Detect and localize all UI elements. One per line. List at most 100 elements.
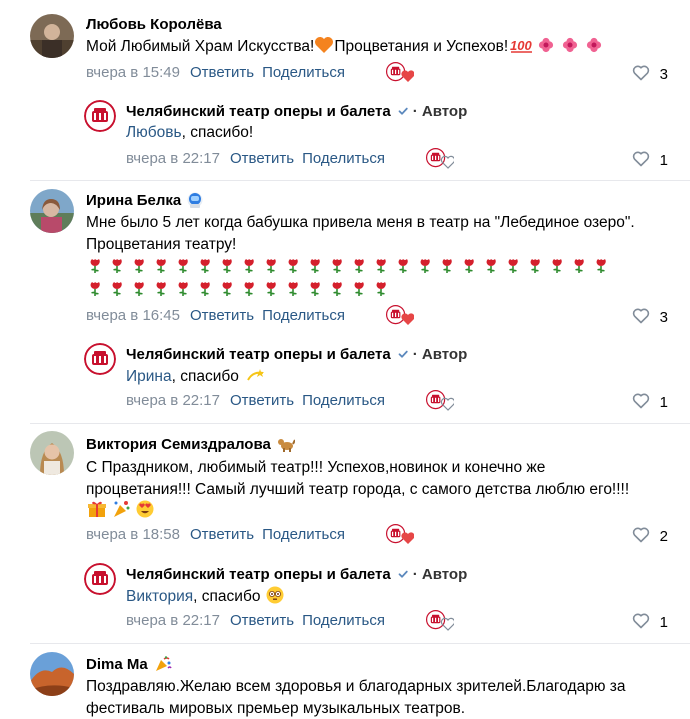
avatar[interactable] <box>84 563 116 595</box>
reply-author[interactable]: Челябинский театр оперы и балета · Автор <box>126 346 467 363</box>
mention-link[interactable]: Виктория <box>126 588 193 605</box>
rose-emoji-row <box>88 281 396 297</box>
avatar-image <box>30 652 74 696</box>
rose-icon <box>287 281 299 297</box>
comment-divider <box>30 180 690 181</box>
share-button[interactable]: Поделиться <box>262 307 345 324</box>
flower-icon <box>587 37 602 53</box>
comment-time[interactable]: вчера в 16:45 <box>86 307 180 324</box>
share-button[interactable]: Поделиться <box>302 392 385 409</box>
theatre-logo-icon <box>84 100 116 132</box>
reply-button[interactable]: Ответить <box>190 307 254 324</box>
comment-time[interactable]: вчера в 18:58 <box>86 526 180 543</box>
reply-author[interactable]: Челябинский театр оперы и балета · Автор <box>126 566 467 583</box>
rose-icon <box>375 281 387 297</box>
rose-icon <box>375 258 387 274</box>
share-button[interactable]: Поделиться <box>302 612 385 629</box>
rose-icon <box>441 258 453 274</box>
rose-icon <box>419 258 431 274</box>
reply-meta: вчера в 22:17 Ответить Поделиться <box>126 150 385 167</box>
reply-time[interactable]: вчера в 22:17 <box>126 150 220 167</box>
reply-button[interactable]: Ответить <box>230 392 294 409</box>
rose-icon <box>89 281 101 297</box>
heart-icon <box>632 527 649 543</box>
verified-icon <box>396 105 409 117</box>
orange-heart-icon <box>315 37 334 53</box>
like-button[interactable]: 1 <box>632 612 668 631</box>
flower-icon <box>563 37 578 53</box>
author-reaction-icon <box>426 148 454 169</box>
gift-icon <box>88 501 106 517</box>
rose-icon <box>155 281 167 297</box>
rose-icon <box>595 258 607 274</box>
like-count: 3 <box>659 66 668 83</box>
mention-link[interactable]: Ирина <box>126 368 172 385</box>
rose-icon <box>397 258 409 274</box>
share-button[interactable]: Поделиться <box>302 150 385 167</box>
mention-link[interactable]: Любовь <box>126 124 182 141</box>
comment-divider <box>30 643 690 644</box>
party-popper-icon <box>155 656 172 671</box>
rose-icon <box>111 258 123 274</box>
reply-button[interactable]: Ответить <box>190 64 254 81</box>
reply-text: Любовь, спасибо! <box>126 124 254 141</box>
like-button[interactable]: 1 <box>632 150 668 169</box>
author-reaction-icon <box>426 610 454 631</box>
comment-text: Поздравляю.Желаю всем здоровья и благода… <box>86 678 626 717</box>
rose-icon <box>573 258 585 274</box>
rose-icon <box>111 281 123 297</box>
comment-meta: вчера в 18:58 Ответить Поделиться <box>86 526 345 543</box>
comment-time[interactable]: вчера в 15:49 <box>86 64 180 81</box>
rose-icon <box>265 281 277 297</box>
flower-icon <box>539 37 554 53</box>
reply-button[interactable]: Ответить <box>190 526 254 543</box>
like-button[interactable]: 2 <box>632 526 668 545</box>
comment-divider <box>30 423 690 424</box>
like-count: 1 <box>659 152 668 169</box>
rose-icon <box>353 258 365 274</box>
comment-author[interactable]: Любовь Королёва <box>86 16 222 33</box>
comment-author[interactable]: Ирина Белка <box>86 192 203 209</box>
author-badge: · Автор <box>412 346 468 363</box>
reply-text: Виктория, спасибо <box>126 586 288 608</box>
reply-button[interactable]: Ответить <box>230 612 294 629</box>
reply-meta: вчера в 22:17 Ответить Поделиться <box>126 612 385 629</box>
like-count: 3 <box>659 309 668 326</box>
avatar[interactable] <box>84 100 116 132</box>
share-button[interactable]: Поделиться <box>262 526 345 543</box>
like-button[interactable]: 1 <box>632 392 668 411</box>
rose-icon <box>89 258 101 274</box>
avatar[interactable] <box>30 189 74 233</box>
comment-author[interactable]: Виктория Семиздралова <box>86 436 295 453</box>
heart-icon <box>632 308 649 324</box>
reply-meta: вчера в 22:17 Ответить Поделиться <box>126 392 385 409</box>
avatar[interactable] <box>30 14 74 58</box>
reply-button[interactable]: Ответить <box>230 150 294 167</box>
avatar[interactable] <box>84 343 116 375</box>
comment-author[interactable]: Dima Ma <box>86 656 172 673</box>
heart-icon <box>632 393 649 409</box>
rose-icon <box>485 258 497 274</box>
author-reaction-icon <box>426 390 454 411</box>
theatre-logo-icon <box>84 563 116 595</box>
heart-eyes-icon <box>136 500 154 518</box>
like-count: 2 <box>659 528 668 545</box>
verified-icon <box>396 568 409 580</box>
comment-text: Мой Любимый Храм Искусства! Процветания и… <box>86 36 606 58</box>
reply-time[interactable]: вчера в 22:17 <box>126 392 220 409</box>
rose-icon <box>331 258 343 274</box>
like-button[interactable]: 3 <box>632 64 668 83</box>
avatar[interactable] <box>30 431 74 475</box>
dog-icon <box>277 439 295 452</box>
avatar[interactable] <box>30 652 74 696</box>
confetti-icon <box>114 501 130 517</box>
rose-icon <box>507 258 519 274</box>
emoji-row <box>88 500 160 518</box>
reply-time[interactable]: вчера в 22:17 <box>126 612 220 629</box>
flushed-face-icon <box>266 586 284 604</box>
author-liked-icon <box>386 305 414 325</box>
share-button[interactable]: Поделиться <box>262 64 345 81</box>
reply-author[interactable]: Челябинский театр оперы и балета · Автор <box>126 103 467 120</box>
author-badge: · Автор <box>412 566 468 583</box>
like-button[interactable]: 3 <box>632 307 668 326</box>
